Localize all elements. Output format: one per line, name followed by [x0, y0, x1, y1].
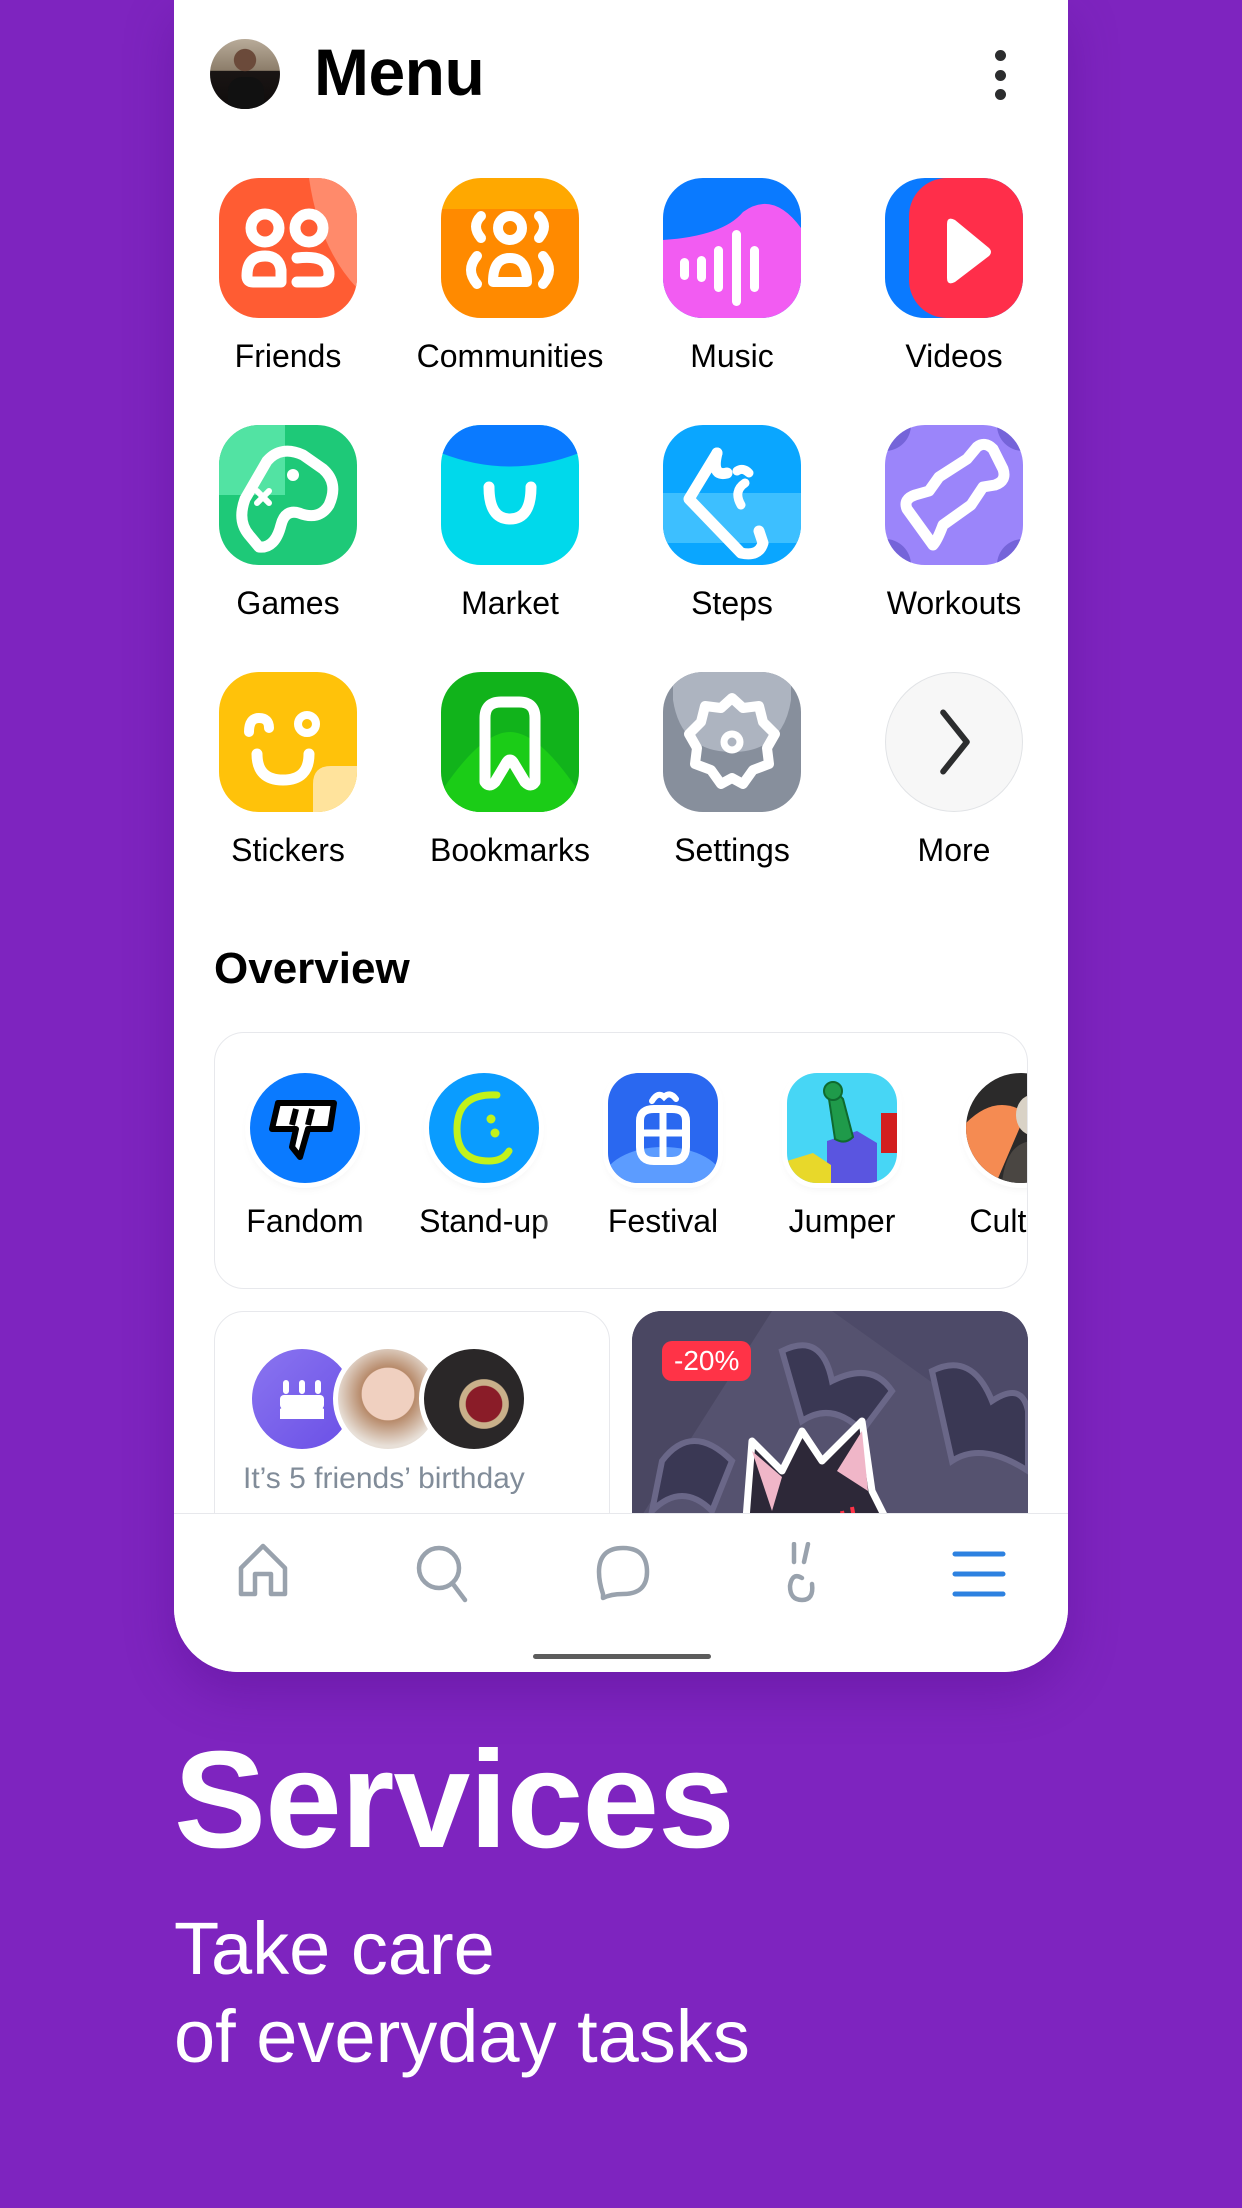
fandom-icon — [250, 1073, 360, 1183]
service-label: Videos — [905, 338, 1003, 374]
workouts-icon — [885, 425, 1023, 565]
header: Menu — [174, 0, 1068, 150]
nav-home[interactable] — [223, 1542, 303, 1606]
service-communities[interactable]: Communities — [410, 178, 610, 398]
service-label: Games — [236, 585, 340, 621]
nav-menu[interactable] — [939, 1542, 1019, 1606]
friends-icon — [219, 178, 357, 318]
service-workouts[interactable]: Workouts — [854, 425, 1054, 645]
home-indicator[interactable] — [533, 1654, 711, 1659]
avatar[interactable] — [210, 39, 280, 109]
market-icon — [441, 425, 579, 565]
festival-icon — [608, 1073, 718, 1183]
games-icon — [219, 425, 357, 565]
overview-item-festival[interactable]: Festival — [578, 1073, 748, 1273]
service-label: Workouts — [886, 585, 1022, 621]
overview-heading: Overview — [214, 944, 410, 993]
promo-title: Services — [174, 1723, 735, 1877]
service-friends[interactable]: Friends — [188, 178, 388, 398]
steps-icon — [663, 425, 801, 565]
overview-label: Festival — [607, 1203, 719, 1239]
chat-bubble-icon — [596, 1545, 650, 1601]
stickers-icon — [219, 672, 357, 812]
clips-icon — [787, 1542, 815, 1603]
birthday-avatars — [247, 1344, 547, 1454]
page-title: Menu — [314, 35, 485, 109]
overview-label: Culture — [969, 1203, 1027, 1239]
service-label: Stickers — [231, 832, 345, 868]
discount-badge: -20% — [662, 1341, 752, 1381]
search-icon — [416, 1545, 468, 1603]
videos-icon — [885, 178, 1023, 318]
service-label: Music — [690, 338, 774, 374]
overview-label: Fandom — [246, 1203, 364, 1239]
overview-item-standup[interactable]: Stand-up — [399, 1073, 569, 1273]
kebab-menu-icon[interactable] — [984, 50, 1016, 100]
jumper-icon — [787, 1073, 897, 1183]
promo-subtitle-line1: Take care — [174, 1907, 495, 1990]
standup-icon — [429, 1073, 539, 1183]
service-market[interactable]: Market — [410, 425, 610, 645]
overview-label: Stand-up — [419, 1203, 549, 1239]
overview-item-jumper[interactable]: Jumper — [757, 1073, 927, 1273]
bottom-navigation — [174, 1513, 1068, 1672]
service-stickers[interactable]: Stickers — [188, 672, 388, 892]
service-games[interactable]: Games — [188, 425, 388, 645]
promo-subtitle-line2: of everyday tasks — [174, 1995, 750, 2078]
service-label: Bookmarks — [429, 832, 591, 868]
service-bookmarks[interactable]: Bookmarks — [410, 672, 610, 892]
service-label: Settings — [674, 832, 790, 868]
service-steps[interactable]: Steps — [632, 425, 832, 645]
nav-messages[interactable] — [581, 1542, 661, 1606]
promo-subtitle: Take care of everyday tasks — [174, 1905, 750, 2081]
chevron-right-icon — [885, 672, 1023, 812]
birthday-text: It’s 5 friends’ birthday — [243, 1462, 525, 1495]
phone-screen: Menu Friends Communities Music Videos Ga… — [174, 0, 1068, 1672]
home-icon — [238, 1543, 288, 1597]
service-music[interactable]: Music — [632, 178, 832, 398]
overview-carousel[interactable]: Fandom Stand-up Festival Jumper Cult — [214, 1032, 1028, 1289]
overview-item-culture[interactable]: Culture — [936, 1073, 1027, 1273]
hamburger-menu-icon — [952, 1551, 1006, 1597]
culture-icon — [966, 1073, 1027, 1183]
service-settings[interactable]: Settings — [632, 672, 832, 892]
service-label: Friends — [234, 338, 342, 374]
service-label: More — [917, 832, 991, 868]
service-videos[interactable]: Videos — [854, 178, 1054, 398]
overview-item-fandom[interactable]: Fandom — [220, 1073, 390, 1273]
overview-label: Jumper — [788, 1203, 896, 1239]
nav-search[interactable] — [403, 1542, 483, 1606]
friend-avatar — [419, 1344, 529, 1454]
service-label: Market — [461, 585, 559, 621]
bookmarks-icon — [441, 672, 579, 812]
music-icon — [663, 178, 801, 318]
settings-icon — [663, 672, 801, 812]
service-more[interactable]: More — [854, 672, 1054, 892]
communities-icon — [441, 178, 579, 318]
service-label: Communities — [416, 338, 604, 374]
nav-clips[interactable] — [760, 1542, 840, 1606]
service-label: Steps — [691, 585, 773, 621]
